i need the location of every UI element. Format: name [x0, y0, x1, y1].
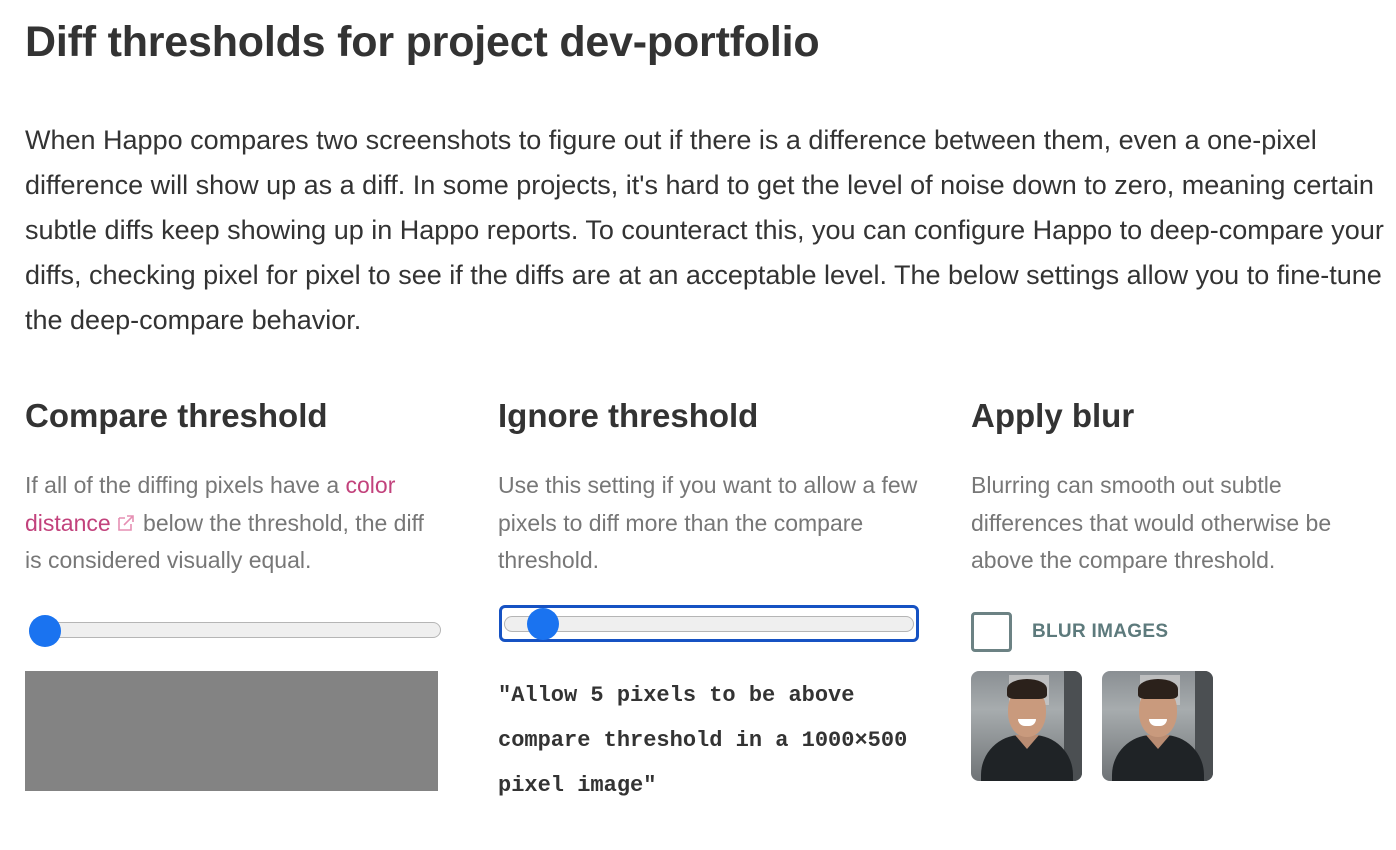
compare-threshold-slider[interactable]	[29, 612, 441, 647]
blur-images-label[interactable]: BLUR IMAGES	[1032, 621, 1168, 643]
compare-desc-before: If all of the diffing pixels have a	[25, 472, 346, 498]
compare-threshold-description: If all of the diffing pixels have a colo…	[25, 467, 445, 580]
ignore-threshold-heading: Ignore threshold	[498, 397, 759, 434]
page: Diff thresholds for project dev-portfoli…	[0, 0, 1396, 850]
compare-slider-track[interactable]	[29, 622, 441, 638]
person-photo-blurred	[1102, 671, 1213, 781]
ignore-threshold-quote: "Allow 5 pixels to be above compare thre…	[498, 683, 908, 798]
apply-blur-section: Apply blur Blurring can smooth out subtl…	[971, 396, 1391, 781]
blur-images-toggle[interactable]: BLUR IMAGES	[971, 612, 1168, 652]
blur-preview-images	[971, 671, 1213, 781]
compare-slider-thumb[interactable]	[29, 615, 61, 647]
person-photo-original	[971, 671, 1082, 781]
compare-threshold-heading: Compare threshold	[25, 397, 328, 434]
intro-paragraph: When Happo compares two screenshots to f…	[25, 125, 1384, 335]
ignore-threshold-section: Ignore threshold Use this setting if you…	[498, 396, 928, 798]
ignore-threshold-slider[interactable]	[499, 605, 919, 642]
blur-images-checkbox[interactable]	[971, 612, 1012, 652]
ignore-slider-track[interactable]	[504, 616, 914, 632]
external-link-icon	[117, 514, 134, 531]
photo-hair	[1138, 679, 1178, 699]
apply-blur-heading: Apply blur	[971, 397, 1135, 434]
photo-hair	[1007, 679, 1047, 699]
ignore-threshold-description: Use this setting if you want to allow a …	[498, 472, 918, 573]
compare-threshold-color-preview	[25, 671, 438, 791]
ignore-slider-thumb[interactable]	[526, 608, 559, 640]
compare-threshold-section: Compare threshold If all of the diffing …	[25, 396, 445, 791]
page-title: Diff thresholds for project dev-portfoli…	[25, 18, 820, 66]
apply-blur-description: Blurring can smooth out subtle differenc…	[971, 472, 1332, 573]
